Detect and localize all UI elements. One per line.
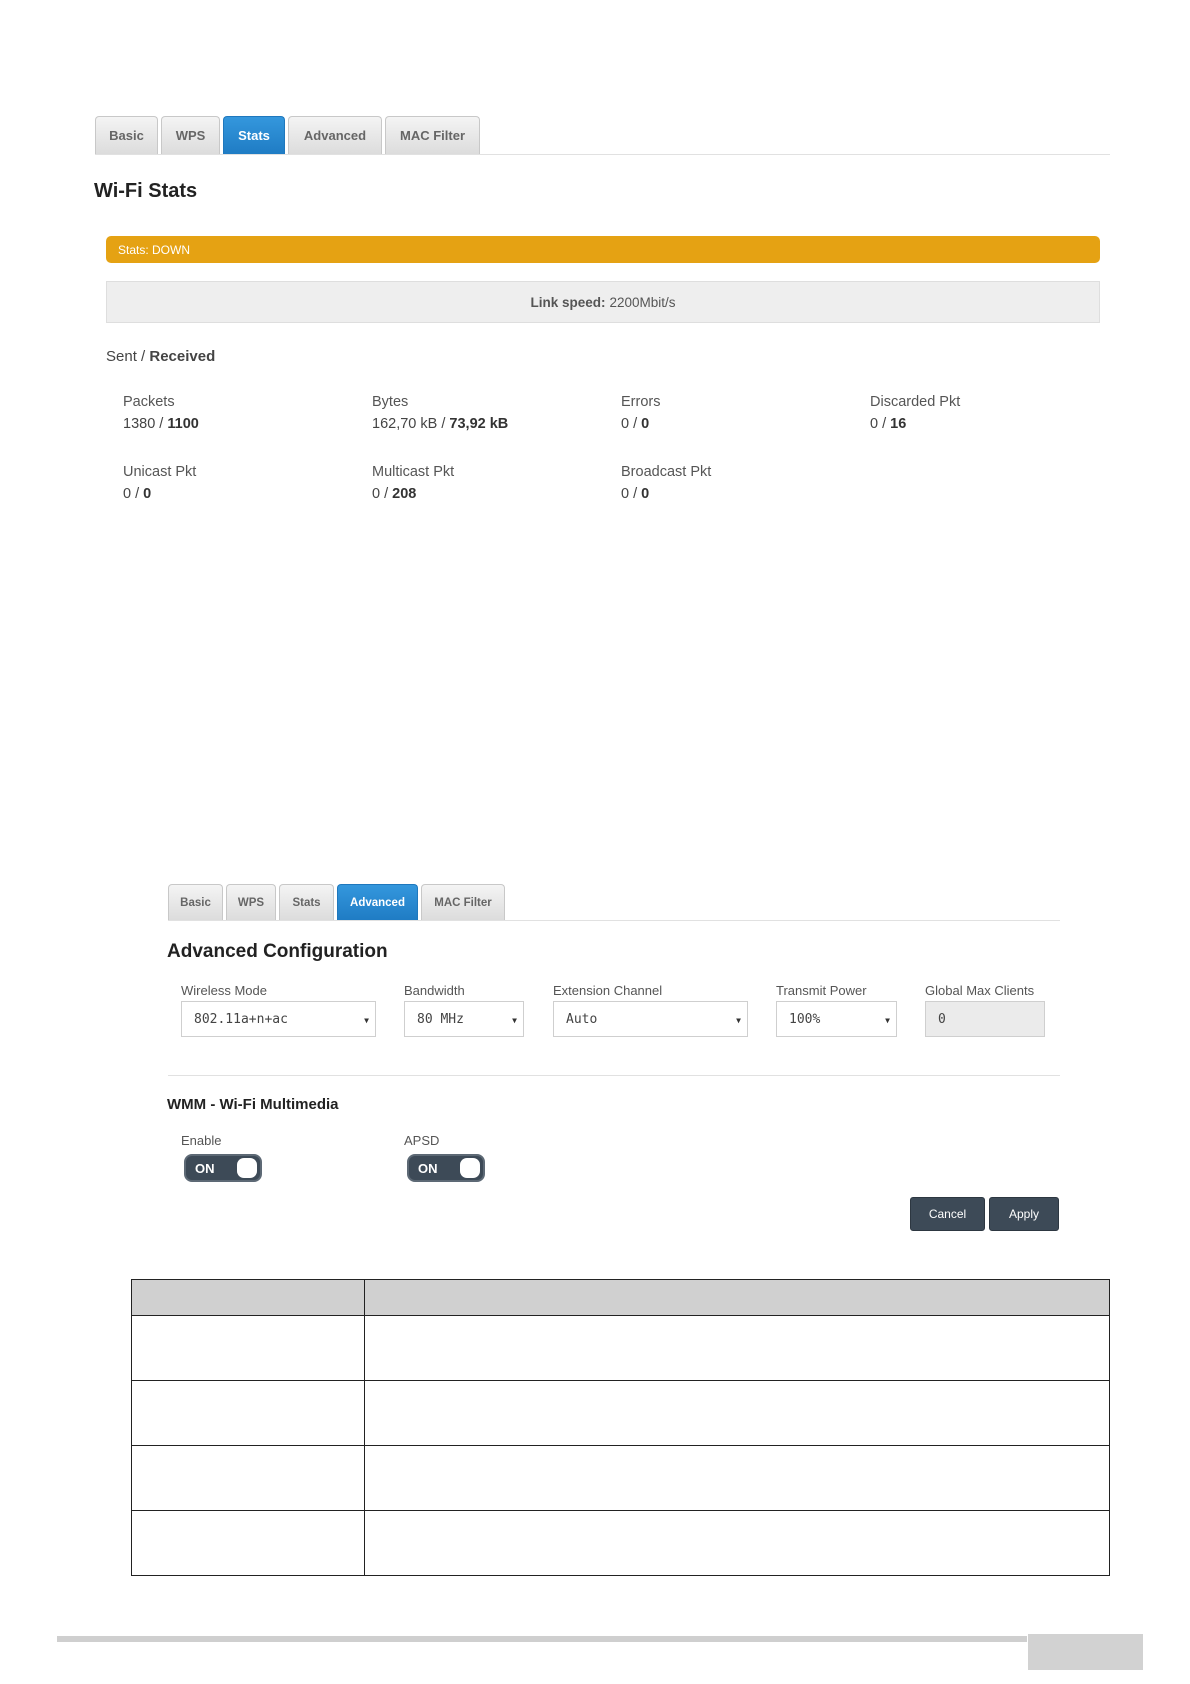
stat-label: Packets [123,394,175,410]
chevron-down-icon: ▼ [885,1016,890,1025]
toggle-state: ON [195,1161,215,1176]
apply-button[interactable]: Apply [989,1197,1059,1231]
table-row [131,1445,1110,1511]
tab-wps[interactable]: WPS [226,884,276,920]
chevron-down-icon: ▼ [736,1016,741,1025]
table-row [131,1315,1110,1381]
enable-toggle[interactable]: ON [184,1154,262,1182]
wireless-mode-value: 802.11a+n+ac [194,1011,288,1027]
table-header-row [131,1279,1110,1316]
table-row [131,1510,1110,1576]
cancel-button[interactable]: Cancel [910,1197,985,1231]
global-max-clients-value: 0 [938,1011,946,1027]
stat-multicast-pkt: Multicast Pkt 0 / 208 [372,464,454,502]
toggle-state: ON [418,1161,438,1176]
stat-discarded-pkt: Discarded Pkt 0 / 16 [870,394,960,432]
transmit-power-select[interactable]: 100% ▼ [776,1001,897,1037]
stat-broadcast-pkt: Broadcast Pkt 0 / 0 [621,464,711,502]
extension-channel-label: Extension Channel [553,983,663,998]
tab-bar-underline [168,920,1060,921]
stat-label: Unicast Pkt [123,464,197,480]
page-title: Wi-Fi Stats [94,180,198,202]
bandwidth-label: Bandwidth [404,983,465,998]
stat-value: 0 / 16 [870,416,907,432]
wireless-mode-select[interactable]: 802.11a+n+ac ▼ [181,1001,376,1037]
tab-stats[interactable]: Stats [279,884,334,920]
stat-errors: Errors 0 / 0 [621,394,660,432]
stat-value: 162,70 kB / 73,92 kB [372,416,509,432]
tab-stats[interactable]: Stats [223,116,285,154]
separator: / [141,348,146,365]
tab-advanced[interactable]: Advanced [337,884,418,920]
apsd-toggle[interactable]: ON [407,1154,485,1182]
advanced-tab-bar: Basic WPS Stats Advanced MAC Filter [168,884,508,920]
sent-received-heading: Sent / Received [106,348,215,365]
wireless-mode-label: Wireless Mode [181,983,267,998]
stat-label: Discarded Pkt [870,394,961,410]
page-number-box [1028,1634,1143,1670]
stat-label: Bytes [372,394,409,410]
transmit-power-label: Transmit Power [776,983,867,998]
global-max-clients-label: Global Max Clients [925,983,1035,998]
transmit-power-value: 100% [789,1011,821,1027]
footer-rule [57,1636,1027,1642]
status-badge: Stats: DOWN [106,236,1100,263]
link-speed-label: Link speed: [530,294,606,310]
bandwidth-select[interactable]: 80 MHz ▼ [404,1001,524,1037]
stat-label: Multicast Pkt [372,464,455,480]
tab-mac-filter[interactable]: MAC Filter [385,116,480,154]
received-label: Received [149,348,216,365]
apsd-label: APSD [404,1133,440,1148]
sent-label: Sent [106,348,137,365]
tab-mac-filter[interactable]: MAC Filter [421,884,505,920]
tab-wps[interactable]: WPS [161,116,220,154]
description-table [131,1279,1110,1576]
stat-value: 0 / 0 [621,486,650,502]
stat-bytes: Bytes 162,70 kB / 73,92 kB [372,394,508,432]
stat-unicast-pkt: Unicast Pkt 0 / 0 [123,464,196,502]
stat-value: 1380 / 1100 [123,416,199,432]
stat-value: 0 / 0 [621,416,650,432]
global-max-clients-field[interactable]: 0 [925,1001,1045,1037]
tab-advanced[interactable]: Advanced [288,116,382,154]
chevron-down-icon: ▼ [512,1016,517,1025]
stats-tab-bar: Basic WPS Stats Advanced MAC Filter [95,116,483,154]
advanced-title: Advanced Configuration [167,941,388,962]
extension-channel-select[interactable]: Auto ▼ [553,1001,748,1037]
table-row [131,1380,1110,1446]
table-header-cell [131,1279,365,1316]
table-header-cell [364,1279,1110,1316]
enable-label: Enable [181,1133,222,1148]
chevron-down-icon: ▼ [364,1016,369,1025]
extension-channel-value: Auto [566,1011,598,1027]
tab-basic[interactable]: Basic [168,884,223,920]
stat-value: 0 / 208 [372,486,417,502]
stat-value: 0 / 0 [123,486,152,502]
stat-label: Broadcast Pkt [621,464,712,480]
tab-basic[interactable]: Basic [95,116,158,154]
section-divider [168,1075,1060,1076]
stat-label: Errors [621,394,661,410]
wmm-title: WMM - Wi-Fi Multimedia [167,1096,339,1113]
stat-packets: Packets 1380 / 1100 [123,394,199,432]
link-speed-value: 2200Mbit/s [609,294,676,310]
bandwidth-value: 80 MHz [417,1011,464,1027]
link-speed-panel: Link speed: 2200Mbit/s [106,281,1100,323]
toggle-knob [237,1158,257,1178]
toggle-knob [460,1158,480,1178]
tab-bar-underline [95,154,1110,155]
